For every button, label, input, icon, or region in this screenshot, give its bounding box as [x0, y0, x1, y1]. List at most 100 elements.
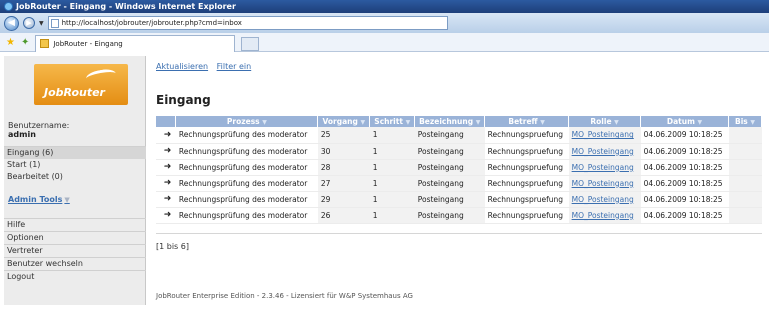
admin-tools-link[interactable]: Admin Tools ▼ — [8, 195, 70, 204]
paging-info: [1 bis 6] — [156, 242, 189, 251]
tab-jobrouter-eingang[interactable]: JobRouter - Eingang — [35, 34, 236, 52]
username-value: admin — [8, 130, 36, 139]
page-content: JobRouter Benutzername: admin Eingang (6… — [0, 52, 769, 309]
new-tab-button[interactable] — [241, 36, 260, 51]
cell-bezeichnung: Posteingang — [414, 159, 485, 176]
column-header-bezeichnung[interactable]: Bezeichnung ▼ — [414, 116, 486, 127]
sort-caret-icon: ▼ — [405, 119, 411, 126]
sidebar-item-logout[interactable]: Logout — [4, 271, 146, 283]
table-row[interactable]: ➜ Rechnungsprüfung des moderator 27 1 Po… — [156, 175, 762, 192]
table-divider — [156, 233, 762, 234]
toolbar-links: Aktualisieren Filter ein — [156, 62, 257, 71]
sidebar-item-start[interactable]: Start (1) — [4, 159, 146, 171]
cell-vorgang: 25 — [317, 127, 370, 144]
history-dropdown-icon[interactable]: ▼ — [39, 20, 44, 27]
arrow-right-icon[interactable]: ➜ — [156, 159, 176, 176]
back-arrow-icon[interactable]: ◀ — [4, 15, 19, 31]
sidebar-item-optionen[interactable]: Optionen — [4, 232, 146, 244]
cell-betreff: Rechnungspruefung — [484, 191, 569, 208]
tab-row: ★ ✦ JobRouter - Eingang — [0, 33, 769, 52]
cell-prozess: Rechnungsprüfung des moderator — [175, 143, 318, 160]
sort-caret-icon: ▼ — [262, 119, 267, 126]
main-panel: Aktualisieren Filter ein Eingang Prozess… — [156, 56, 765, 305]
cell-datum: 04.06.2009 10:18:25 — [640, 159, 729, 176]
cell-bezeichnung: Posteingang — [414, 175, 485, 192]
sort-caret-icon: ▼ — [475, 119, 481, 126]
cell-bis — [728, 159, 762, 176]
sidebar-item-eingang[interactable]: Eingang (6) — [4, 147, 146, 159]
table-row[interactable]: ➜ Rechnungsprüfung des moderator 28 1 Po… — [156, 159, 762, 176]
cell-prozess: Rechnungsprüfung des moderator — [175, 175, 318, 192]
cell-rolle: MO_Posteingang — [568, 175, 641, 192]
table-row[interactable]: ➜ Rechnungsprüfung des moderator 29 1 Po… — [156, 191, 762, 208]
arrow-right-icon[interactable]: ➜ — [156, 175, 176, 192]
sidebar-item-hilfe[interactable]: Hilfe — [4, 219, 146, 231]
cell-datum: 04.06.2009 10:18:25 — [640, 175, 729, 192]
table-row[interactable]: ➜ Rechnungsprüfung des moderator 26 1 Po… — [156, 207, 762, 224]
cell-prozess: Rechnungsprüfung des moderator — [175, 159, 318, 176]
table-row[interactable]: ➜ Rechnungsprüfung des moderator 30 1 Po… — [156, 143, 762, 160]
arrow-right-icon[interactable]: ➜ — [156, 143, 176, 160]
rolle-link[interactable]: MO_Posteingang — [572, 179, 634, 188]
address-toolbar: ◀ ▶ ▼ http://localhost/jobrouter/jobrout… — [0, 13, 769, 33]
cell-rolle: MO_Posteingang — [568, 127, 641, 144]
sort-caret-icon: ▼ — [697, 119, 703, 126]
column-header-bis[interactable]: Bis ▼ — [728, 116, 762, 127]
filter-link[interactable]: Filter ein — [217, 62, 252, 71]
cell-betreff: Rechnungspruefung — [484, 159, 569, 176]
star-icon[interactable]: ★ — [6, 37, 15, 48]
column-header-betreff[interactable]: Betreff ▼ — [484, 116, 570, 127]
column-header-prozess[interactable]: Prozess ▼ — [175, 116, 319, 127]
add-favorite-icon[interactable]: ✦ — [21, 37, 29, 48]
cell-bezeichnung: Posteingang — [414, 207, 485, 224]
cell-bezeichnung: Posteingang — [414, 127, 485, 144]
column-header-vorgang[interactable]: Vorgang ▼ — [317, 116, 371, 127]
cell-prozess: Rechnungsprüfung des moderator — [175, 207, 318, 224]
cell-bis — [728, 143, 762, 160]
cell-datum: 04.06.2009 10:18:25 — [640, 127, 729, 144]
rolle-link[interactable]: MO_Posteingang — [572, 163, 634, 172]
cell-schritt: 1 — [369, 159, 415, 176]
ie-logo-icon — [4, 2, 13, 11]
table-row[interactable]: ➜ Rechnungsprüfung des moderator 25 1 Po… — [156, 127, 762, 144]
window-title: JobRouter - Eingang - Windows Internet E… — [16, 2, 236, 11]
rolle-link[interactable]: MO_Posteingang — [572, 195, 634, 204]
arrow-right-icon[interactable]: ➜ — [156, 127, 176, 144]
sidebar-item-bearbeitet[interactable]: Bearbeitet (0) — [4, 171, 146, 183]
rolle-link[interactable]: MO_Posteingang — [572, 147, 634, 156]
url-text: http://localhost/jobrouter/jobrouter.php… — [61, 19, 242, 27]
cell-rolle: MO_Posteingang — [568, 191, 641, 208]
refresh-link[interactable]: Aktualisieren — [156, 62, 208, 71]
forward-arrow-icon[interactable]: ▶ — [23, 17, 35, 29]
column-header-datum[interactable]: Datum ▼ — [640, 116, 730, 127]
rolle-link[interactable]: MO_Posteingang — [572, 211, 634, 220]
cell-schritt: 1 — [369, 191, 415, 208]
sidebar: JobRouter Benutzername: admin Eingang (6… — [4, 56, 146, 305]
sidebar-item-benutzer-wechseln[interactable]: Benutzer wechseln — [4, 258, 146, 270]
username-label: Benutzername: — [8, 121, 70, 130]
logo-text: JobRouter — [44, 86, 105, 99]
cell-prozess: Rechnungsprüfung des moderator — [175, 127, 318, 144]
address-input[interactable]: http://localhost/jobrouter/jobrouter.php… — [47, 16, 448, 30]
cell-datum: 04.06.2009 10:18:25 — [640, 191, 729, 208]
cell-schritt: 1 — [369, 207, 415, 224]
column-header-rolle[interactable]: Rolle ▼ — [568, 116, 642, 127]
rolle-link[interactable]: MO_Posteingang — [572, 130, 634, 139]
arrow-right-icon[interactable]: ➜ — [156, 207, 176, 224]
sort-caret-icon: ▼ — [360, 119, 366, 126]
logo-swoosh — [85, 67, 117, 85]
admin-tools-label: Admin Tools — [8, 195, 63, 204]
cell-vorgang: 26 — [317, 207, 370, 224]
column-header-schritt[interactable]: Schritt ▼ — [369, 116, 416, 127]
cell-vorgang: 27 — [317, 175, 370, 192]
jobrouter-logo: JobRouter — [34, 64, 128, 105]
arrow-right-icon[interactable]: ➜ — [156, 191, 176, 208]
sort-caret-icon: ▼ — [750, 119, 756, 126]
sidebar-item-vertreter[interactable]: Vertreter — [4, 245, 146, 257]
cell-datum: 04.06.2009 10:18:25 — [640, 207, 729, 224]
footer-text: JobRouter Enterprise Edition - 2.3.46 - … — [156, 292, 413, 300]
sort-caret-icon: ▼ — [540, 119, 545, 126]
cell-betreff: Rechnungspruefung — [484, 143, 569, 160]
cell-bezeichnung: Posteingang — [414, 191, 485, 208]
cell-rolle: MO_Posteingang — [568, 207, 641, 224]
